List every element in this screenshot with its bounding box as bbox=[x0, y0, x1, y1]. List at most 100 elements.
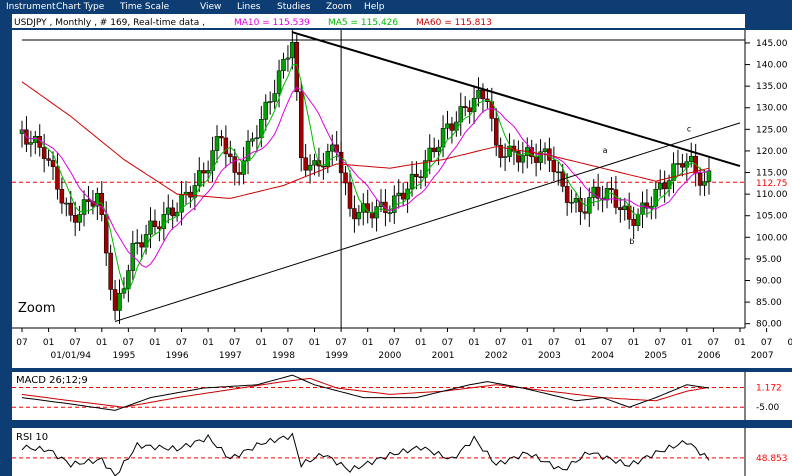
candle bbox=[170, 207, 175, 217]
menu-view[interactable]: View bbox=[200, 2, 221, 12]
candle bbox=[343, 172, 348, 184]
candle bbox=[662, 182, 667, 190]
menu-time-scale[interactable]: Time Scale bbox=[120, 2, 169, 12]
candle bbox=[445, 123, 450, 129]
rsi-axis-area bbox=[745, 428, 792, 476]
current-value-label: 112.75 bbox=[756, 179, 788, 189]
menu-help[interactable]: Help bbox=[364, 2, 385, 12]
candle bbox=[436, 146, 441, 153]
x-month-label: 07 bbox=[654, 338, 665, 348]
candle bbox=[219, 136, 224, 139]
candle bbox=[418, 176, 424, 178]
candle bbox=[449, 123, 455, 131]
y-tick-label: 140.00 bbox=[756, 61, 788, 71]
y-tick-label: 110.00 bbox=[756, 190, 788, 200]
candle bbox=[77, 214, 82, 223]
symbol-label: USDJPY , Monthly , # 169, Real-time data… bbox=[14, 18, 205, 28]
x-month-label: 07 bbox=[548, 338, 559, 348]
y-tick-label: 95.00 bbox=[756, 255, 782, 265]
x-month-label: 01 bbox=[522, 338, 533, 348]
menu-bar: Instrument Chart Type Time Scale View Li… bbox=[0, 0, 792, 14]
candle bbox=[462, 106, 468, 108]
candle bbox=[290, 42, 295, 59]
candle bbox=[493, 118, 499, 146]
candle bbox=[228, 153, 233, 157]
ma5-label: MA5 = 115.426 bbox=[328, 18, 398, 28]
menu-lines[interactable]: Lines bbox=[237, 2, 260, 12]
menu-instrument[interactable]: Instrument bbox=[6, 2, 56, 12]
candle bbox=[121, 288, 127, 294]
ma10-label: MA10 = 115.539 bbox=[234, 18, 310, 28]
candle bbox=[480, 89, 486, 100]
candle bbox=[533, 156, 539, 163]
candle bbox=[214, 136, 220, 151]
x-month-label: 01 bbox=[681, 338, 692, 348]
candle bbox=[33, 136, 38, 143]
candle bbox=[86, 199, 91, 202]
candle bbox=[197, 170, 202, 186]
candle bbox=[28, 142, 34, 145]
y-tick-label: 120.00 bbox=[756, 147, 788, 157]
candle bbox=[582, 211, 588, 214]
x-month-label: 01 bbox=[415, 338, 426, 348]
chart-area[interactable]: USDJPY , Monthly , # 169, Real-time data… bbox=[0, 14, 792, 476]
menu-studies[interactable]: Studies bbox=[277, 2, 310, 12]
x-month-label: 01 bbox=[787, 338, 792, 348]
menu-zoom[interactable]: Zoom bbox=[326, 2, 352, 12]
y-tick-label: 130.00 bbox=[756, 104, 788, 114]
rsi-title: RSI 10 bbox=[16, 432, 48, 443]
candle bbox=[325, 150, 331, 167]
candle bbox=[635, 214, 641, 226]
candle bbox=[551, 160, 557, 173]
candle bbox=[631, 219, 636, 226]
candle bbox=[134, 242, 140, 244]
x-year-label: 2003 bbox=[538, 351, 561, 361]
candle bbox=[542, 148, 548, 153]
candle bbox=[307, 164, 313, 171]
candle bbox=[467, 107, 472, 113]
candle bbox=[374, 206, 379, 219]
x-month-label: 07 bbox=[442, 338, 453, 348]
y-tick-label: 135.00 bbox=[756, 82, 788, 92]
y-tick-label: 100.00 bbox=[756, 233, 788, 243]
x-month-label: 07 bbox=[335, 338, 346, 348]
x-month-label: 01 bbox=[362, 338, 373, 348]
x-year-label: 2000 bbox=[378, 351, 401, 361]
candle bbox=[697, 172, 703, 186]
candle bbox=[55, 166, 60, 190]
candle bbox=[59, 189, 65, 204]
x-axis-area bbox=[12, 328, 792, 368]
y-tick-label: 85.00 bbox=[756, 298, 782, 308]
x-month-label: 07 bbox=[229, 338, 240, 348]
candle bbox=[387, 212, 393, 214]
candle bbox=[254, 137, 260, 140]
candle bbox=[72, 214, 78, 223]
x-month-label: 07 bbox=[69, 338, 80, 348]
macd-panel bbox=[12, 372, 745, 420]
rsi-panel bbox=[12, 428, 745, 476]
candle bbox=[112, 289, 118, 311]
candle bbox=[454, 121, 459, 131]
candle bbox=[556, 171, 561, 174]
candle bbox=[427, 147, 433, 161]
candle bbox=[312, 160, 317, 166]
candle bbox=[41, 147, 47, 159]
x-year-label: 2005 bbox=[644, 351, 667, 361]
x-year-label: 2006 bbox=[698, 351, 721, 361]
x-month-label: 07 bbox=[176, 338, 187, 348]
x-month-label: 07 bbox=[389, 338, 400, 348]
candle bbox=[657, 182, 663, 190]
x-month-label: 07 bbox=[16, 338, 27, 348]
x-month-label: 07 bbox=[123, 338, 134, 348]
menu-chart-type[interactable]: Chart Type bbox=[56, 2, 104, 12]
candle bbox=[276, 70, 282, 94]
x-year-label: 1997 bbox=[219, 351, 242, 361]
x-year-label: 1998 bbox=[272, 351, 295, 361]
annotation-b: b bbox=[629, 237, 634, 246]
x-month-label: 01 bbox=[734, 338, 745, 348]
candle bbox=[157, 226, 162, 230]
zoom-label: Zoom bbox=[18, 301, 55, 316]
candle bbox=[64, 202, 69, 205]
y-tick-label: 105.00 bbox=[756, 212, 788, 222]
x-month-label: 07 bbox=[761, 338, 772, 348]
